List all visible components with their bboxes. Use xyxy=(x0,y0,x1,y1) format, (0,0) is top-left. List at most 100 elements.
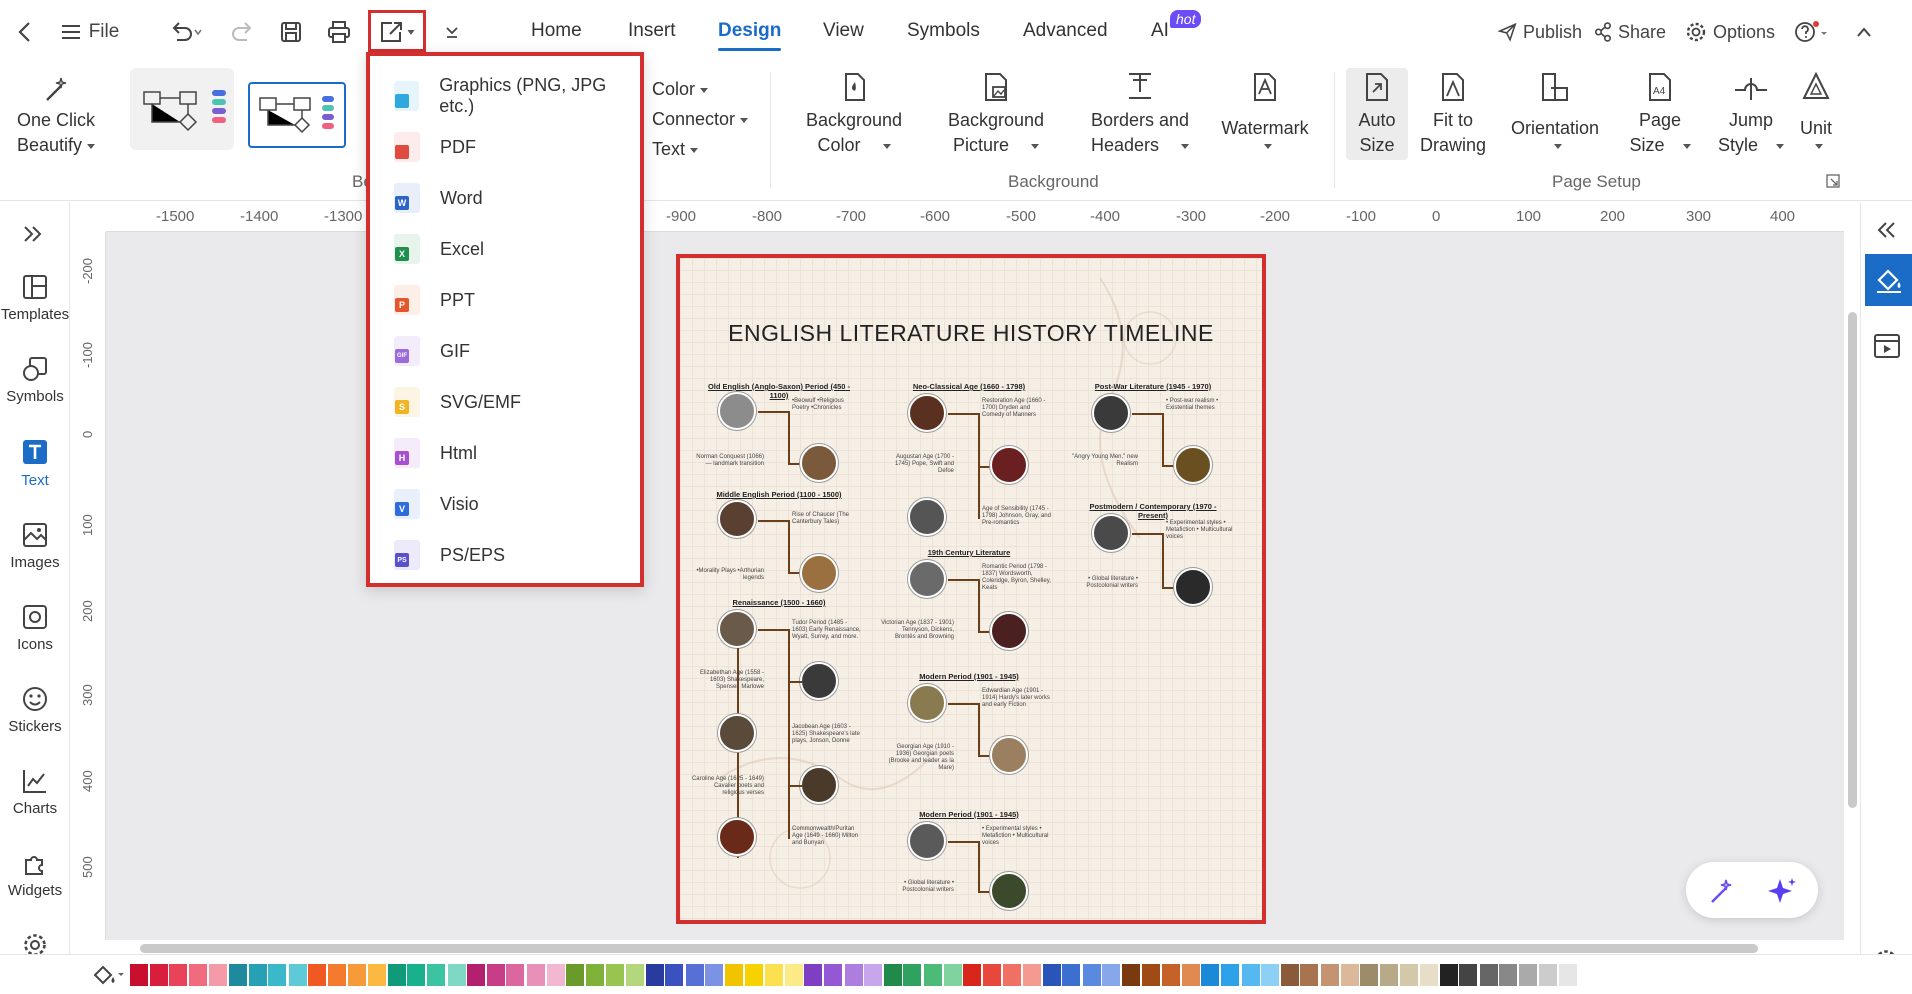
section-heading[interactable]: 19th Century Literature xyxy=(894,548,1044,557)
file-menu-button[interactable]: File xyxy=(58,14,122,50)
portrait-image[interactable] xyxy=(718,610,756,648)
connector-dropdown[interactable]: Connector xyxy=(652,104,749,134)
sidebar-item-icons[interactable]: Icons xyxy=(0,604,70,653)
undo-button[interactable] xyxy=(164,14,208,50)
timeline-note[interactable]: Age of Sensibility (1745 - 1798) Johnson… xyxy=(982,506,1052,527)
color-swatch[interactable] xyxy=(1400,964,1419,986)
color-swatch[interactable] xyxy=(705,964,724,986)
export-html-item[interactable]: H Html xyxy=(394,433,477,473)
color-swatch[interactable] xyxy=(744,964,763,986)
portrait-image[interactable] xyxy=(908,498,946,536)
fit-to-drawing-button[interactable]: Fit to Drawing xyxy=(1412,70,1494,158)
color-swatch[interactable] xyxy=(268,964,287,986)
redo-button[interactable] xyxy=(228,14,258,50)
tab-advanced[interactable]: Advanced xyxy=(1023,20,1108,42)
sidebar-item-text[interactable]: Text xyxy=(0,438,70,489)
timeline-note[interactable]: Norman Conquest (1066) — landmark transi… xyxy=(690,454,764,468)
fill-bucket-icon[interactable] xyxy=(92,963,126,987)
section-heading[interactable]: Modern Period (1901 - 1945) xyxy=(894,810,1044,819)
save-button[interactable] xyxy=(276,14,306,50)
color-swatch[interactable] xyxy=(1062,964,1081,986)
portrait-image[interactable] xyxy=(800,554,838,592)
color-swatch[interactable] xyxy=(1023,964,1041,986)
color-swatch[interactable] xyxy=(1280,964,1299,986)
section-heading[interactable]: Middle English Period (1100 - 1500) xyxy=(704,490,854,499)
color-swatch[interactable] xyxy=(248,964,267,986)
timeline-note[interactable]: Commonwealth/Puritan Age (1649 - 1660) M… xyxy=(792,826,862,847)
timeline-note[interactable]: Georgian Age (1910 - 1936) Georgian poet… xyxy=(880,744,954,772)
sidebar-item-widgets[interactable]: Widgets xyxy=(0,850,70,899)
color-swatch[interactable] xyxy=(1201,964,1220,986)
timeline-note[interactable]: Tudor Period (1485 - 1603) Early Renaiss… xyxy=(792,620,862,641)
color-swatch[interactable] xyxy=(982,964,1001,986)
one-click-beautify-button[interactable]: One Click Beautify xyxy=(10,74,102,158)
tab-home[interactable]: Home xyxy=(531,20,582,42)
color-swatch[interactable] xyxy=(685,964,704,986)
color-swatch[interactable] xyxy=(1360,964,1379,986)
borders-headers-button[interactable]: Borders and Headers xyxy=(1080,70,1200,158)
timeline-note[interactable]: Caroline Age (1625 - 1649) Cavalier poet… xyxy=(690,776,764,797)
vertical-scrollbar[interactable] xyxy=(1848,312,1857,808)
color-swatch[interactable] xyxy=(328,964,346,986)
tab-view[interactable]: View xyxy=(823,20,864,42)
portrait-image[interactable] xyxy=(908,822,946,860)
color-swatch[interactable] xyxy=(149,964,168,986)
color-swatch[interactable] xyxy=(1479,964,1498,986)
color-swatch[interactable] xyxy=(963,964,982,986)
color-swatch[interactable] xyxy=(566,964,585,986)
color-swatch[interactable] xyxy=(1321,964,1339,986)
timeline-note[interactable]: •Morality Plays •Arthurian legends xyxy=(690,568,764,582)
color-swatch[interactable] xyxy=(288,964,307,986)
timeline-note[interactable]: Rise of Chaucer (The Canterbury Tales) xyxy=(792,512,862,526)
export-ps-eps-item[interactable]: PS PS/EPS xyxy=(394,535,505,575)
color-swatch[interactable] xyxy=(1459,964,1478,986)
tab-symbols[interactable]: Symbols xyxy=(907,20,980,42)
timeline-note[interactable]: Jacobean Age (1603 - 1625) Shakespeare's… xyxy=(792,724,862,745)
sidebar-item-charts[interactable]: Charts xyxy=(0,768,70,817)
color-swatch[interactable] xyxy=(1261,964,1280,986)
portrait-image[interactable] xyxy=(1092,394,1130,432)
collapse-panel-icon[interactable] xyxy=(1875,220,1897,240)
portrait-image[interactable] xyxy=(1174,446,1212,484)
diagram-page[interactable]: ENGLISH LITERATURE HISTORY TIMELINE Old … xyxy=(676,254,1266,924)
page-size-button[interactable]: A4 Page Size xyxy=(1620,70,1700,158)
color-swatch[interactable] xyxy=(725,964,743,986)
back-button[interactable] xyxy=(10,14,40,50)
color-swatch[interactable] xyxy=(1082,964,1101,986)
color-swatch[interactable] xyxy=(824,964,842,986)
color-swatch[interactable] xyxy=(1162,964,1181,986)
portrait-image[interactable] xyxy=(990,736,1028,774)
sidebar-item-templates[interactable]: Templates xyxy=(0,274,70,323)
color-swatch[interactable] xyxy=(943,964,962,986)
orientation-button[interactable]: Orientation xyxy=(1500,70,1610,149)
color-swatch[interactable] xyxy=(1420,964,1438,986)
options-button[interactable]: Options xyxy=(1684,14,1776,50)
diagram-title[interactable]: ENGLISH LITERATURE HISTORY TIMELINE xyxy=(680,320,1262,347)
timeline-note[interactable]: Edwardian Age (1901 - 1914) Hardy's late… xyxy=(982,688,1052,709)
beautify-style-2[interactable] xyxy=(248,82,346,148)
portrait-image[interactable] xyxy=(908,394,946,432)
beautify-style-1[interactable] xyxy=(130,68,234,150)
horizontal-scrollbar[interactable] xyxy=(140,944,1758,953)
timeline-note[interactable]: Augustan Age (1700 - 1745) Pope, Swift a… xyxy=(880,454,954,475)
portrait-image[interactable] xyxy=(908,684,946,722)
portrait-image[interactable] xyxy=(800,766,838,804)
color-swatch[interactable] xyxy=(804,964,823,986)
sparkle-ai-icon[interactable] xyxy=(1766,875,1798,907)
color-swatch[interactable] xyxy=(1241,964,1260,986)
color-swatch[interactable] xyxy=(665,964,684,986)
color-swatch[interactable] xyxy=(765,964,784,986)
color-swatch[interactable] xyxy=(347,964,366,986)
color-swatch[interactable] xyxy=(1519,964,1537,986)
color-swatch[interactable] xyxy=(209,964,228,986)
color-swatch[interactable] xyxy=(1181,964,1200,986)
export-svg-emf-item[interactable]: S SVG/EMF xyxy=(394,382,521,422)
portrait-image[interactable] xyxy=(990,446,1028,484)
color-swatch[interactable] xyxy=(585,964,604,986)
portrait-image[interactable] xyxy=(718,500,756,538)
portrait-image[interactable] xyxy=(718,818,756,856)
export-ppt-item[interactable]: P PPT xyxy=(394,280,475,320)
timeline-note[interactable]: • Experimental styles • Metafiction • Mu… xyxy=(1166,520,1236,541)
share-button[interactable]: Share xyxy=(1594,14,1666,50)
tab-insert[interactable]: Insert xyxy=(628,20,676,42)
